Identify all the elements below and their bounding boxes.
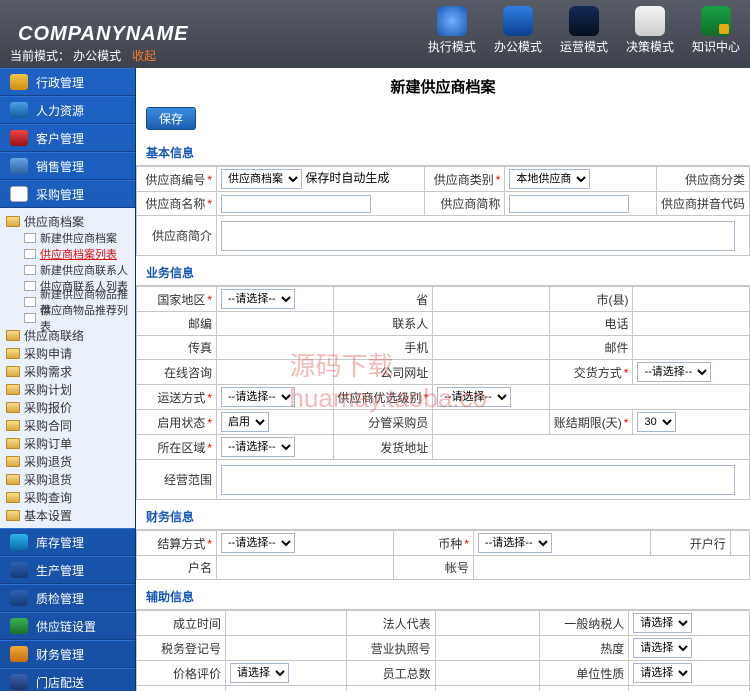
taxpayer-select[interactable]: 请选择: [633, 613, 692, 633]
sidebar-item-admin[interactable]: 行政管理: [0, 68, 135, 96]
aux-form: 成立时间法人代表一般纳税人请选择 税务登记号营业执照号热度请选择 价格评价请选择…: [136, 610, 750, 691]
sidebar-item-sales[interactable]: 销售管理: [0, 152, 135, 180]
cube-icon: [701, 6, 731, 36]
folder-icon: [6, 384, 20, 395]
nav-knowledge[interactable]: 知识中心: [692, 6, 740, 55]
toolbar: 保存: [136, 105, 750, 136]
status-bar: 当前模式： 办公模式 收起: [0, 43, 166, 68]
heat-select[interactable]: 请选择: [633, 638, 692, 658]
top-nav: 执行模式 办公模式 运营模式 决策模式 知识中心: [428, 6, 740, 55]
enable-select[interactable]: 启用: [221, 412, 269, 432]
sidebar: 行政管理 人力资源 客户管理 销售管理 采购管理 供应商档案 新建供应商档案 供…: [0, 68, 136, 691]
tree-group[interactable]: 采购计划: [4, 380, 135, 398]
ship-way-select[interactable]: --请选择--: [221, 387, 295, 407]
folder-icon: [6, 474, 20, 485]
tree-leaf-active[interactable]: 供应商档案列表: [4, 246, 135, 262]
folder-icon: [6, 216, 20, 227]
collapse-link[interactable]: 收起: [132, 49, 156, 63]
folder-icon: [6, 492, 20, 503]
sidebar-item-purchase[interactable]: 采购管理: [0, 180, 135, 208]
purchase-icon: [10, 186, 28, 202]
basic-form: 供应商编号* 供应商档案 保存时自动生成 供应商类别* 本地供应商 供应商分类 …: [136, 166, 750, 256]
priority-select[interactable]: --请选择--: [437, 387, 511, 407]
folder-icon: [6, 348, 20, 359]
folder-icon: [6, 330, 20, 341]
tree-leaf[interactable]: 供应商物品推荐列表: [4, 310, 135, 326]
sidebar-item-hr[interactable]: 人力资源: [0, 96, 135, 124]
tree-group[interactable]: 采购订单: [4, 434, 135, 452]
nav-office-mode[interactable]: 办公模式: [494, 6, 542, 55]
folder-icon: [6, 420, 20, 431]
section-fin: 财务信息: [136, 504, 750, 530]
save-button[interactable]: 保存: [146, 107, 196, 130]
tree-group[interactable]: 采购报价: [4, 398, 135, 416]
nav-exec-mode[interactable]: 执行模式: [428, 6, 476, 55]
supplier-name-input[interactable]: [221, 195, 371, 213]
folder-icon: [6, 366, 20, 377]
sidebar-item-finance[interactable]: 财务管理: [0, 640, 135, 668]
tree-group-supplier[interactable]: 供应商档案: [4, 212, 135, 230]
qc-icon: [10, 590, 28, 606]
tree-group[interactable]: 采购查询: [4, 488, 135, 506]
nav-ops-mode[interactable]: 运营模式: [560, 6, 608, 55]
finance-icon: [10, 646, 28, 662]
section-aux: 辅助信息: [136, 584, 750, 610]
sidebar-item-delivery[interactable]: 门店配送: [0, 668, 135, 691]
supplier-archive-select[interactable]: 供应商档案: [221, 169, 302, 189]
region-select[interactable]: --请选择--: [221, 437, 295, 457]
settle-select[interactable]: --请选择--: [221, 533, 295, 553]
delivery-icon: [10, 674, 28, 690]
sidebar-item-supply[interactable]: 供应链设置: [0, 612, 135, 640]
tree-group[interactable]: 采购退货: [4, 470, 135, 488]
page-title: 新建供应商档案: [136, 68, 750, 105]
section-basic: 基本信息: [136, 140, 750, 166]
nav-decision-mode[interactable]: 决策模式: [626, 6, 674, 55]
note-icon: [635, 6, 665, 36]
tree-leaf[interactable]: 新建供应商联系人: [4, 262, 135, 278]
production-icon: [10, 562, 28, 578]
supplier-intro-input[interactable]: [221, 221, 735, 251]
tree-group[interactable]: 采购退货: [4, 452, 135, 470]
sidebar-item-customer[interactable]: 客户管理: [0, 124, 135, 152]
clock-icon: [437, 6, 467, 36]
folder-icon: [6, 402, 20, 413]
main-content: 源码下载 huamay.taoba.co 新建供应商档案 保存 基本信息 供应商…: [136, 68, 750, 691]
trade-way-select[interactable]: --请选择--: [637, 362, 711, 382]
currency-select[interactable]: --请选择--: [478, 533, 552, 553]
sidebar-item-inventory[interactable]: 库存管理: [0, 528, 135, 556]
folder-icon: [6, 456, 20, 467]
fin-form: 结算方式*--请选择--币种*--请选择--开户行 户名帐号: [136, 530, 750, 580]
header: COMPANYNAME 执行模式 办公模式 运营模式 决策模式 知识中心 当前模…: [0, 0, 750, 68]
tree-group[interactable]: 基本设置: [4, 506, 135, 524]
biz-scope-input[interactable]: [221, 465, 735, 495]
sidebar-item-production[interactable]: 生产管理: [0, 556, 135, 584]
box-icon: [569, 6, 599, 36]
sidebar-tree: 供应商档案 新建供应商档案 供应商档案列表 新建供应商联系人 供应商联系人列表 …: [0, 208, 135, 528]
country-select[interactable]: --请选择--: [221, 289, 295, 309]
hr-icon: [10, 102, 28, 118]
tree-group[interactable]: 采购申请: [4, 344, 135, 362]
supply-icon: [10, 618, 28, 634]
sidebar-item-qc[interactable]: 质检管理: [0, 584, 135, 612]
biz-form: 国家地区* --请选择-- 省 市(县) 邮编联系人电话 传真手机邮件 在线咨询…: [136, 286, 750, 500]
folder-icon: [6, 438, 20, 449]
credit-days-select[interactable]: 30: [637, 412, 676, 432]
inventory-icon: [10, 534, 28, 550]
tree-group[interactable]: 采购合同: [4, 416, 135, 434]
sales-icon: [10, 158, 28, 174]
tree-leaf[interactable]: 新建供应商档案: [4, 230, 135, 246]
supplier-type-select[interactable]: 本地供应商: [509, 169, 590, 189]
section-biz: 业务信息: [136, 260, 750, 286]
supplier-short-input[interactable]: [509, 195, 629, 213]
book-icon: [503, 6, 533, 36]
customer-icon: [10, 130, 28, 146]
admin-icon: [10, 74, 28, 90]
price-eval-select[interactable]: 请选择: [230, 663, 289, 683]
tree-group[interactable]: 采购需求: [4, 362, 135, 380]
folder-icon: [6, 510, 20, 521]
unit-nature-select[interactable]: 请选择: [633, 663, 692, 683]
